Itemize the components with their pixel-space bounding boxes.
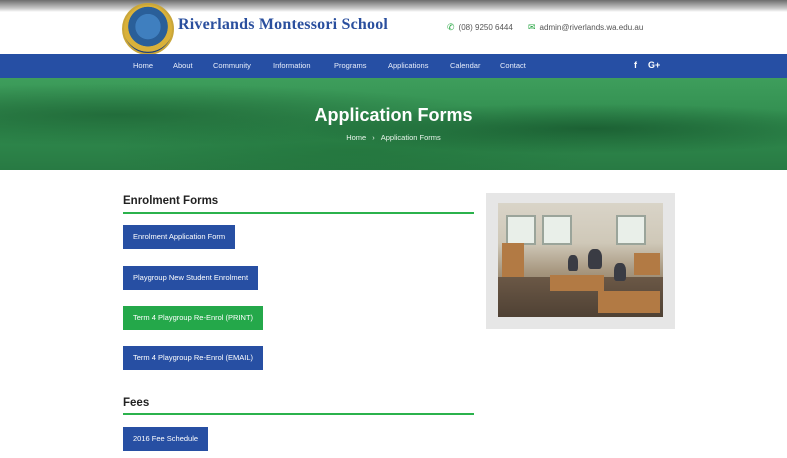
breadcrumb-separator: › <box>372 133 375 142</box>
photo-shelf <box>550 275 604 291</box>
google-plus-icon[interactable]: G+ <box>648 60 660 70</box>
nav-home[interactable]: Home <box>133 61 153 70</box>
photo-child <box>568 255 578 271</box>
email-address: admin@riverlands.wa.edu.au <box>539 23 644 32</box>
nav-applications[interactable]: Applications <box>388 61 428 70</box>
classroom-photo-frame <box>486 193 675 329</box>
page-title: Application Forms <box>314 105 473 125</box>
enrolment-divider <box>123 212 474 214</box>
nav-community[interactable]: Community <box>213 61 251 70</box>
breadcrumb: Home › Application Forms <box>0 133 787 142</box>
nav-programs[interactable]: Programs <box>334 61 367 70</box>
nav-information[interactable]: Information <box>273 61 311 70</box>
photo-child <box>588 249 602 269</box>
phone-number: (08) 9250 6444 <box>458 23 513 32</box>
school-logo[interactable] <box>122 3 174 55</box>
nav-calendar[interactable]: Calendar <box>450 61 480 70</box>
playgroup-reenrol-email-button[interactable]: Term 4 Playgroup Re-Enrol (EMAIL) <box>123 346 264 370</box>
photo-window <box>506 215 536 245</box>
main-nav: Home About Community Information Program… <box>0 54 787 78</box>
email-contact[interactable]: ✉ admin@riverlands.wa.edu.au <box>528 22 643 33</box>
facebook-icon[interactable]: f <box>634 60 637 70</box>
photo-child <box>614 263 626 281</box>
site-header: Riverlands Montessori School ✆ (08) 9250… <box>0 0 787 55</box>
breadcrumb-home[interactable]: Home <box>346 133 366 142</box>
photo-shelf <box>598 291 660 313</box>
enrolment-application-button[interactable]: Enrolment Application Form <box>123 225 236 249</box>
school-name[interactable]: Riverlands Montessori School <box>178 16 388 34</box>
playgroup-reenrol-print-button[interactable]: Term 4 Playgroup Re-Enrol (PRINT) <box>123 306 264 330</box>
phone-icon: ✆ <box>447 22 455 32</box>
photo-shelf <box>634 253 660 275</box>
page-banner: Application Forms Home › Application Forms <box>0 78 787 170</box>
playgroup-new-enrolment-button[interactable]: Playgroup New Student Enrolment <box>123 266 259 290</box>
nav-about[interactable]: About <box>173 61 193 70</box>
breadcrumb-current: Application Forms <box>380 133 441 142</box>
classroom-photo <box>498 203 663 317</box>
nav-contact[interactable]: Contact <box>500 61 526 70</box>
photo-window <box>542 215 572 245</box>
photo-window <box>616 215 646 245</box>
fee-schedule-button[interactable]: 2016 Fee Schedule <box>123 427 209 451</box>
phone-contact[interactable]: ✆ (08) 9250 6444 <box>447 22 513 33</box>
enrolment-forms-heading: Enrolment Forms <box>123 195 219 207</box>
envelope-icon: ✉ <box>528 22 536 32</box>
fees-divider <box>123 413 474 415</box>
photo-shelf <box>502 243 524 277</box>
fees-heading: Fees <box>123 397 150 409</box>
